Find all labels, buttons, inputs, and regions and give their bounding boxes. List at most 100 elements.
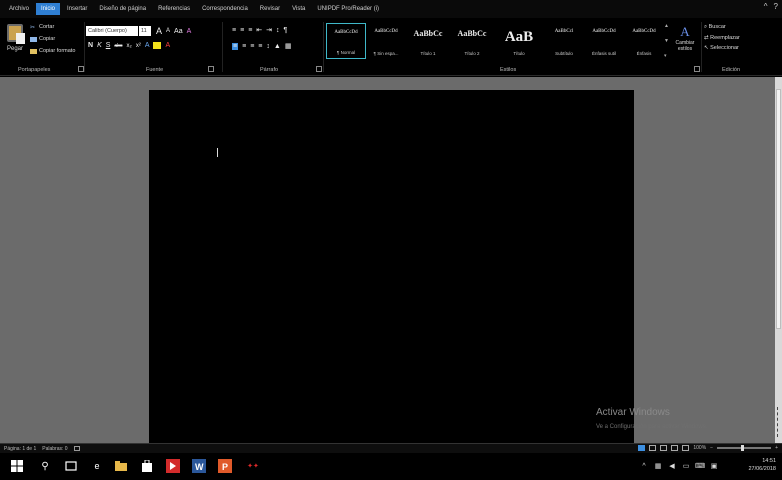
- outline-view-button[interactable]: [671, 445, 679, 451]
- app-red-icon[interactable]: [166, 459, 180, 473]
- text-effects-button[interactable]: A: [145, 42, 150, 49]
- style-item[interactable]: AaBbCcDd Énfasis: [624, 23, 664, 59]
- tab-referencias[interactable]: Referencias: [153, 3, 195, 15]
- tray-expand-icon[interactable]: ^: [640, 462, 648, 470]
- scroll-nav-buttons[interactable]: [777, 407, 780, 437]
- language-icon[interactable]: [73, 446, 80, 451]
- decrease-indent-button[interactable]: ⇤: [256, 26, 262, 34]
- document-page[interactable]: [149, 90, 634, 443]
- align-left-button[interactable]: ≡: [232, 42, 239, 50]
- style-name: ¶ Sin espa...: [373, 51, 399, 56]
- style-item[interactable]: AaBbCcDd ¶ Normal: [326, 23, 366, 59]
- vertical-scrollbar[interactable]: [775, 77, 782, 443]
- zoom-in-button[interactable]: +: [775, 445, 778, 451]
- word-count[interactable]: Palabras: 0: [42, 446, 67, 452]
- font-launcher-icon[interactable]: [208, 66, 214, 72]
- align-right-button[interactable]: ≡: [250, 43, 254, 50]
- print-layout-view-button[interactable]: [638, 445, 646, 451]
- tab-revisar[interactable]: Revisar: [255, 3, 285, 15]
- align-center-button[interactable]: ≡: [242, 43, 246, 50]
- notification-icon[interactable]: ▣: [710, 462, 718, 470]
- font-size-field[interactable]: 11: [139, 26, 151, 36]
- tab-insertar[interactable]: Insertar: [62, 3, 92, 15]
- full-screen-view-button[interactable]: [649, 445, 657, 451]
- clear-format-button[interactable]: A: [187, 28, 192, 35]
- subscript-button[interactable]: x₂: [126, 43, 131, 49]
- multilevel-list-button[interactable]: ≡: [248, 27, 252, 34]
- windows-start-icon[interactable]: [10, 459, 24, 473]
- paragraph-launcher-icon[interactable]: [316, 66, 322, 72]
- bold-button[interactable]: N: [88, 42, 93, 49]
- keyboard-icon[interactable]: ⌨: [695, 462, 705, 470]
- style-item[interactable]: AaBbCcDd ¶ Sin espa...: [366, 23, 406, 59]
- highlight-button[interactable]: [153, 42, 162, 49]
- italic-button[interactable]: K: [97, 42, 102, 49]
- styles-more-icon[interactable]: ▾: [664, 53, 672, 59]
- shading-button[interactable]: ▲: [274, 43, 281, 50]
- copy-button[interactable]: Copiar: [30, 36, 55, 42]
- strikethrough-button[interactable]: abc: [114, 43, 122, 49]
- task-view-icon[interactable]: [64, 459, 78, 473]
- web-layout-view-button[interactable]: [660, 445, 668, 451]
- scrollbar-thumb[interactable]: [776, 89, 781, 329]
- sort-button[interactable]: ↕: [276, 27, 280, 34]
- borders-button[interactable]: ▦: [285, 42, 292, 50]
- style-item[interactable]: AaBbCc Título 1: [406, 23, 450, 59]
- justify-button[interactable]: ≡: [258, 43, 262, 50]
- app-small-icon[interactable]: ✦✦: [246, 459, 260, 473]
- change-styles-label: Cambiar estilos: [675, 40, 695, 52]
- zoom-out-button[interactable]: −: [710, 445, 713, 451]
- tab-vista[interactable]: Vista: [287, 3, 310, 15]
- style-item[interactable]: AaB Título: [494, 23, 544, 59]
- paste-button[interactable]: Pegar: [4, 24, 26, 58]
- zoom-slider[interactable]: [717, 445, 772, 451]
- styles-down-icon[interactable]: ▼: [664, 38, 672, 44]
- superscript-button[interactable]: x²: [136, 43, 141, 49]
- file-explorer-icon[interactable]: [114, 459, 128, 473]
- font-name-field[interactable]: Calibri (Cuerpo): [86, 26, 138, 36]
- increase-indent-button[interactable]: ⇥: [266, 26, 272, 34]
- select-button[interactable]: ↖ Seleccionar: [704, 45, 740, 51]
- tab-diseño-de-página[interactable]: Diseño de página: [94, 3, 151, 15]
- style-name: Énfasis: [636, 51, 652, 56]
- styles-up-icon[interactable]: ▲: [664, 23, 672, 29]
- show-marks-button[interactable]: ¶: [284, 27, 288, 34]
- font-color-button[interactable]: A: [165, 42, 170, 49]
- word-app-icon[interactable]: W: [192, 459, 206, 473]
- shrink-font-button[interactable]: A: [166, 28, 170, 34]
- font-row-2: N K S abc x₂ x² A A: [88, 42, 170, 49]
- cut-button[interactable]: ✂ Cortar: [30, 24, 54, 31]
- browser-icon[interactable]: e: [90, 459, 104, 473]
- change-styles-button[interactable]: A Cambiar estilos: [672, 24, 698, 60]
- style-name: Título: [513, 51, 525, 56]
- collapse-ribbon-icon[interactable]: ^: [764, 2, 768, 11]
- change-case-button[interactable]: Aa: [174, 28, 183, 35]
- format-painter-button[interactable]: Copiar formato: [30, 48, 75, 54]
- tab-correspondencia[interactable]: Correspondencia: [197, 3, 253, 15]
- style-item[interactable]: AaBbCc Título 2: [450, 23, 494, 59]
- bullets-button[interactable]: ≡: [232, 27, 236, 34]
- style-item[interactable]: AaBbCcl Subtítulo: [544, 23, 584, 59]
- tab-archivo[interactable]: Archivo: [4, 3, 34, 15]
- underline-button[interactable]: S: [106, 42, 111, 49]
- replace-button[interactable]: ⇄ Reemplazar: [704, 35, 740, 41]
- grow-font-button[interactable]: A: [156, 26, 162, 36]
- network-icon[interactable]: ▦: [654, 462, 662, 470]
- battery-icon[interactable]: ▭: [682, 462, 690, 470]
- search-icon[interactable]: ⚲: [38, 459, 52, 473]
- tab-inicio[interactable]: Inicio: [36, 3, 61, 15]
- style-item[interactable]: AaBbCcDd Énfasis sutil: [584, 23, 624, 59]
- store-icon[interactable]: [140, 459, 154, 473]
- find-button[interactable]: ⌕ Buscar: [704, 24, 740, 31]
- taskbar-clock[interactable]: 14:51 27/06/2018: [748, 457, 776, 473]
- powerpoint-app-icon[interactable]: P: [218, 459, 232, 473]
- help-icon[interactable]: ?: [774, 2, 778, 11]
- styles-launcher-icon[interactable]: [694, 66, 700, 72]
- volume-icon[interactable]: ◀: [668, 462, 676, 470]
- line-spacing-button[interactable]: ↕: [266, 43, 270, 50]
- tab-unipdf-pro-reader-i[interactable]: UNIPDF Pro/Reader (i): [312, 3, 384, 15]
- draft-view-button[interactable]: [682, 445, 690, 451]
- zoom-level[interactable]: 100%: [693, 445, 706, 451]
- numbering-button[interactable]: ≡: [240, 27, 244, 34]
- page-count[interactable]: Página: 1 de 1: [4, 446, 36, 452]
